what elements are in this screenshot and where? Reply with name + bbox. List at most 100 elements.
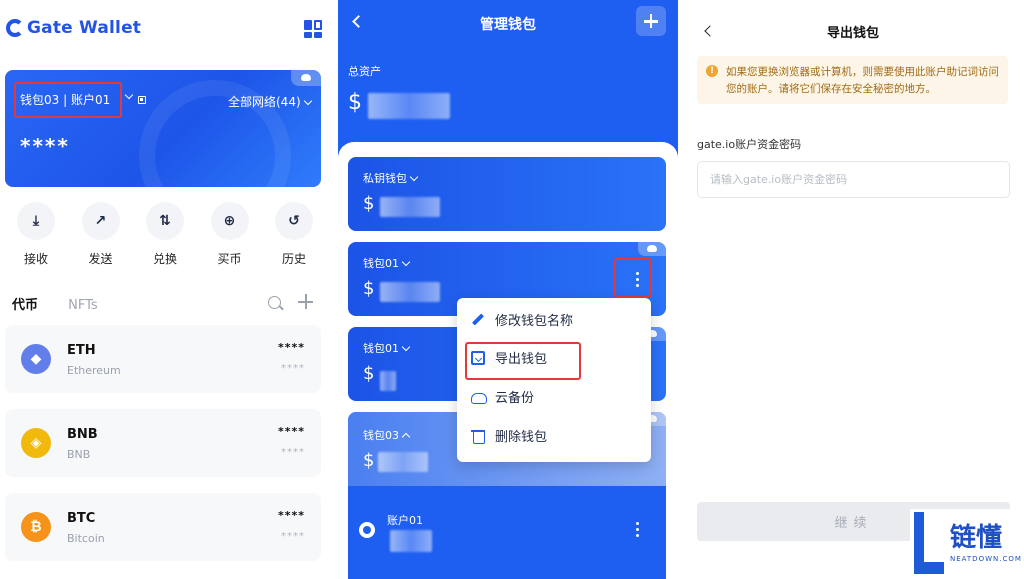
delete-icon xyxy=(471,429,485,444)
watermark-logo-icon xyxy=(914,512,944,574)
notice-text: 如果您更换浏览器或计算机，则需要使用此账户助记词访问您的账户。请将它们保存在安全… xyxy=(726,66,999,95)
menu-item-label: 云备份 xyxy=(495,391,535,406)
blurred-balance xyxy=(378,452,428,472)
token-symbol: ETH xyxy=(67,343,96,358)
swap-icon: ⇅ xyxy=(146,202,184,240)
wallet-currency: $ xyxy=(363,193,375,214)
wallet-label: 钱包01 xyxy=(363,255,411,271)
add-token-icon[interactable] xyxy=(298,294,313,309)
export-wallet-screen: 导出钱包 ! 如果您更换浏览器或计算机，则需要使用此账户助记词访问您的账户。请将… xyxy=(686,0,1024,579)
site-watermark: 链懂 NEATDOWN.COM xyxy=(910,509,1024,579)
total-balance: **** xyxy=(20,134,70,158)
gate-logo-icon xyxy=(6,19,24,37)
blurred-balance xyxy=(380,371,396,391)
btc-icon: ₿ xyxy=(21,512,51,542)
action-label: 接收 xyxy=(23,252,48,266)
token-name: Bitcoin xyxy=(67,532,105,545)
total-assets-currency: $ xyxy=(348,90,362,115)
wallet-currency: $ xyxy=(363,363,375,384)
brand-logo: Gate Wallet xyxy=(6,18,141,38)
token-symbol: BNB xyxy=(67,427,98,442)
fund-password-input[interactable] xyxy=(697,161,1010,198)
cloud-backup-icon xyxy=(471,390,487,404)
watermark-subtext: NEATDOWN.COM xyxy=(950,555,1022,563)
token-amount: **** xyxy=(277,341,305,354)
apps-grid-icon[interactable] xyxy=(304,20,322,38)
cloud-icon xyxy=(638,242,666,256)
action-buy[interactable]: ⊕ 买币 xyxy=(209,202,251,267)
watermark-text: 链懂 xyxy=(950,523,1003,553)
page-title: 管理钱包 xyxy=(480,17,536,33)
wallet-currency: $ xyxy=(363,278,375,299)
token-symbol: BTC xyxy=(67,511,96,526)
token-value: **** xyxy=(281,447,305,458)
action-receive[interactable]: ⤓ 接收 xyxy=(15,202,57,267)
wallet-card-private[interactable]: 私钥钱包 $ xyxy=(348,157,666,231)
menu-delete-wallet[interactable]: 删除钱包 xyxy=(471,426,547,450)
wallet-label: 钱包01 xyxy=(363,340,411,356)
quick-actions: ⤓ 接收 ↗ 发送 ⇅ 兑换 ⊕ 买币 ↺ 历史 xyxy=(15,202,315,267)
history-icon: ↺ xyxy=(275,202,313,240)
token-name: Ethereum xyxy=(67,364,121,377)
wallet-currency: $ xyxy=(363,450,375,471)
token-value: **** xyxy=(281,363,305,374)
blurred-balance xyxy=(380,282,440,302)
blurred-balance xyxy=(380,197,440,217)
action-label: 历史 xyxy=(281,252,306,266)
security-notice: ! 如果您更换浏览器或计算机，则需要使用此账户助记词访问您的账户。请将它们保存在… xyxy=(697,56,1008,104)
warning-icon: ! xyxy=(706,65,718,77)
network-selector[interactable]: 全部网络(44) xyxy=(228,93,312,110)
export-highlight xyxy=(465,342,581,380)
action-swap[interactable]: ⇅ 兑换 xyxy=(144,202,186,267)
manage-header: 管理钱包 总资产 $ xyxy=(338,0,678,150)
asset-tabs: 代币 NFTs xyxy=(12,294,98,313)
more-icon[interactable] xyxy=(636,522,640,540)
action-label: 买币 xyxy=(217,252,242,266)
home-screen: Gate Wallet 钱包03 | 账户01 全部网络(44) **** ⤓ … xyxy=(0,0,330,579)
edit-icon xyxy=(471,313,485,327)
action-label: 发送 xyxy=(88,252,113,266)
action-history[interactable]: ↺ 历史 xyxy=(273,202,315,267)
token-row-eth[interactable]: ◆ ETH Ethereum **** **** xyxy=(5,325,321,393)
receive-icon: ⤓ xyxy=(17,202,55,240)
token-row-btc[interactable]: ₿ BTC Bitcoin **** **** xyxy=(5,493,321,561)
wallet-label: 钱包03 xyxy=(363,427,411,443)
chevron-down-icon xyxy=(401,257,411,267)
wallet-selector-label: 钱包03 | 账户01 xyxy=(20,93,111,107)
tab-nfts[interactable]: NFTs xyxy=(68,298,98,313)
manage-wallet-screen: 管理钱包 总资产 $ 私钥钱包 $ 钱包01 $ 钱包01 $ 钱包03 $ 账… xyxy=(338,0,678,579)
blurred-balance xyxy=(390,530,432,552)
bnb-icon: ◈ xyxy=(21,428,51,458)
chevron-down-icon xyxy=(409,172,419,182)
menu-item-label: 修改钱包名称 xyxy=(495,314,574,329)
menu-cloud-backup[interactable]: 云备份 xyxy=(471,387,534,411)
search-icon[interactable] xyxy=(268,296,281,309)
chevron-down-icon xyxy=(303,96,312,106)
menu-rename-wallet[interactable]: 修改钱包名称 xyxy=(471,310,573,334)
total-assets-label: 总资产 xyxy=(348,65,381,78)
token-name: BNB xyxy=(67,448,91,461)
eth-icon: ◆ xyxy=(21,344,51,374)
wallet-context-menu: 修改钱包名称 导出钱包 云备份 删除钱包 xyxy=(457,298,651,462)
add-wallet-button[interactable] xyxy=(636,6,666,36)
menu-item-label: 删除钱包 xyxy=(495,430,548,445)
action-send[interactable]: ↗ 发送 xyxy=(80,202,122,267)
account-radio[interactable] xyxy=(359,522,375,538)
copy-icon[interactable] xyxy=(138,96,146,104)
token-amount: **** xyxy=(277,509,305,522)
chevron-up-icon xyxy=(401,432,411,442)
action-label: 兑换 xyxy=(152,252,177,266)
cloud-icon[interactable] xyxy=(291,70,321,86)
network-selector-label: 全部网络(44) xyxy=(228,95,301,109)
wallet-selector[interactable]: 钱包03 | 账户01 xyxy=(14,82,122,118)
token-row-bnb[interactable]: ◈ BNB BNB **** **** xyxy=(5,409,321,477)
tab-tokens[interactable]: 代币 xyxy=(12,298,38,313)
blurred-balance xyxy=(368,93,450,119)
password-label: gate.io账户资金密码 xyxy=(697,138,802,151)
wallet-label: 私钥钱包 xyxy=(363,170,419,186)
token-amount: **** xyxy=(277,425,305,438)
buy-icon: ⊕ xyxy=(210,202,249,240)
more-highlight xyxy=(614,258,652,298)
brand-name: Gate Wallet xyxy=(27,18,142,38)
chevron-down-icon xyxy=(401,342,411,352)
